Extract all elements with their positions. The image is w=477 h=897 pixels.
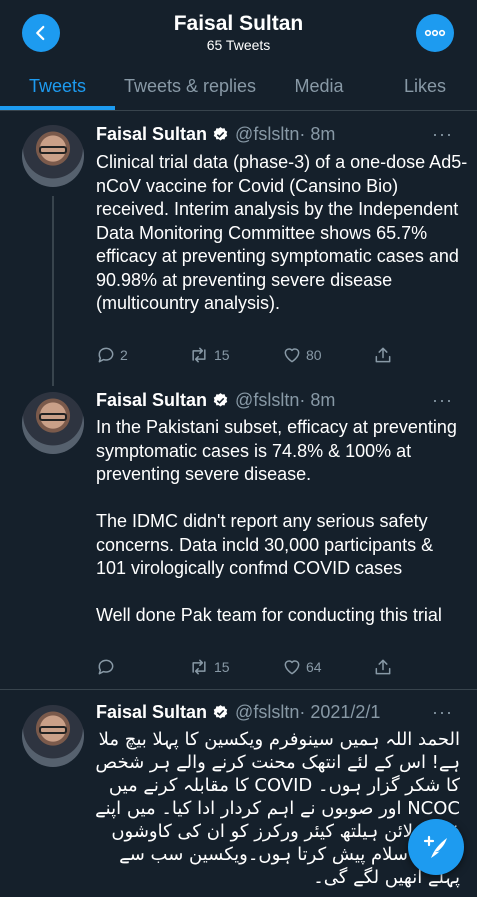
tweet-divider [0,689,477,690]
more-horizontal-icon [424,29,446,37]
tweet-text: In the Pakistani subset, efficacy at pre… [96,417,457,625]
tab-media[interactable]: Media [265,62,373,110]
reply-icon [98,347,114,363]
retweet-count: 15 [214,659,230,675]
reply-count: 2 [120,347,128,363]
like-button[interactable]: 80 [282,345,322,365]
profile-tabs: Tweets Tweets & replies Media Likes [0,62,477,111]
reply-button[interactable] [96,657,120,677]
tweet-more-menu[interactable]: ··· [432,702,453,723]
verified-badge-icon [213,705,228,719]
thread-line [52,196,54,386]
tweet-count: 65 Tweets [206,37,271,53]
feather-plus-icon [423,835,447,858]
more-button[interactable] [416,14,454,52]
author-handle: @fslsltn [235,390,300,410]
retweet-count: 15 [214,347,230,363]
like-count: 64 [306,659,322,675]
tweet-text: الحمد اللہ ہمیں سینوفرم ویکسین کا پہلا ب… [89,729,460,888]
avatar[interactable] [22,125,84,187]
tweet-time: · 8m [299,390,336,410]
tweet-actions: 2 15 80 [96,345,436,369]
tab-likes[interactable]: Likes [373,62,477,110]
author-name[interactable]: Faisal Sultan [96,702,207,723]
heart-icon [284,660,300,675]
share-icon [375,347,391,363]
avatar[interactable] [22,705,84,767]
tweet-text: Clinical trial data (phase-3) of a one-d… [96,152,468,313]
heart-icon [284,348,300,363]
profile-header: Faisal Sultan 65 Tweets Tweets Tweets & … [0,0,477,111]
tweet-actions: 15 64 [96,657,436,681]
author-name[interactable]: Faisal Sultan [96,124,207,145]
tweet-more-menu[interactable]: ··· [432,390,453,411]
reply-button[interactable]: 2 [96,345,128,365]
retweet-button[interactable]: 15 [188,657,230,677]
share-button[interactable] [373,345,397,365]
share-icon [375,659,391,675]
retweet-icon [192,659,206,675]
tweet-time: · 2021/2/1 [299,702,381,722]
verified-badge-icon [213,393,228,407]
verified-badge-icon [213,127,228,141]
tweet-header: Faisal Sultan @fslsltn · 8m [96,390,335,411]
tab-tweets[interactable]: Tweets [0,62,115,110]
author-handle: @fslsltn [235,702,300,722]
like-button[interactable]: 64 [282,657,322,677]
like-count: 80 [306,347,322,363]
author-name[interactable]: Faisal Sultan [96,390,207,411]
tweet-more-menu[interactable]: ··· [432,124,453,145]
tab-tweets-replies[interactable]: Tweets & replies [115,62,265,110]
retweet-icon [192,347,206,363]
retweet-button[interactable]: 15 [188,345,230,365]
avatar[interactable] [22,392,84,454]
compose-tweet-button[interactable] [408,819,464,875]
author-handle: @fslsltn [235,124,300,144]
tweet-header: Faisal Sultan @fslsltn · 2021/2/1 [96,702,380,723]
header-title: Faisal Sultan [173,12,304,35]
tweet-header: Faisal Sultan @fslsltn · 8m [96,124,335,145]
tweet-time: · 8m [299,124,336,144]
share-button[interactable] [373,657,397,677]
reply-icon [98,659,114,675]
